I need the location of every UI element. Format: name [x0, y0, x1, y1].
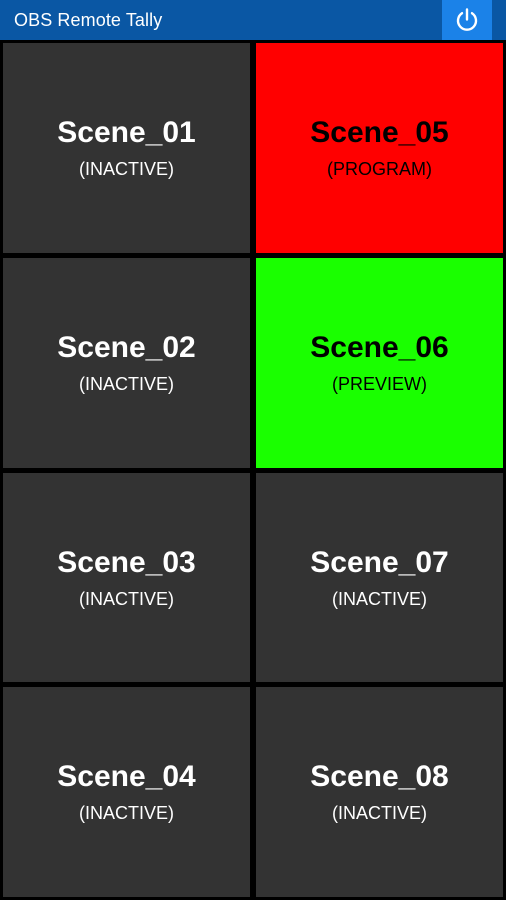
scene-name: Scene_06 [310, 331, 449, 364]
scene-name: Scene_05 [310, 116, 449, 149]
scene-name: Scene_04 [57, 760, 196, 793]
scene-status: (PROGRAM) [327, 159, 432, 179]
scene-status: (INACTIVE) [78, 588, 174, 609]
scene-tile[interactable]: Scene_07 (INACTIVE) [256, 473, 503, 682]
scene-name: Scene_02 [57, 331, 196, 364]
scene-tile[interactable]: Scene_08 (INACTIVE) [256, 687, 503, 897]
scene-tile-preview[interactable]: Scene_06 (PREVIEW) [256, 258, 503, 468]
scene-tile[interactable]: Scene_03 (INACTIVE) [3, 473, 250, 682]
app-title: OBS Remote Tally [14, 10, 163, 30]
power-button[interactable] [442, 0, 492, 40]
scene-grid: Scene_01 (INACTIVE) Scene_02 (INACTIVE) … [0, 40, 506, 900]
scene-status: (INACTIVE) [78, 374, 174, 394]
scene-status: (PREVIEW) [331, 374, 427, 394]
scene-status: (INACTIVE) [331, 803, 427, 823]
title-bar: OBS Remote Tally [0, 0, 506, 40]
scene-tile[interactable]: Scene_04 (INACTIVE) [3, 687, 250, 897]
scene-status: (INACTIVE) [78, 803, 174, 823]
scene-name: Scene_07 [310, 545, 449, 579]
scene-name: Scene_01 [57, 116, 196, 149]
app-window: OBS Remote Tally Scene_01 (INACTIVE) Sce… [0, 0, 506, 900]
scene-status: (INACTIVE) [331, 588, 427, 609]
scene-name: Scene_03 [57, 545, 196, 579]
scene-tile-program[interactable]: Scene_05 (PROGRAM) [256, 43, 503, 253]
power-icon [456, 8, 478, 31]
scene-status: (INACTIVE) [78, 159, 174, 179]
scene-tile[interactable]: Scene_01 (INACTIVE) [3, 43, 250, 253]
scene-name: Scene_08 [310, 760, 449, 793]
scene-tile[interactable]: Scene_02 (INACTIVE) [3, 258, 250, 468]
